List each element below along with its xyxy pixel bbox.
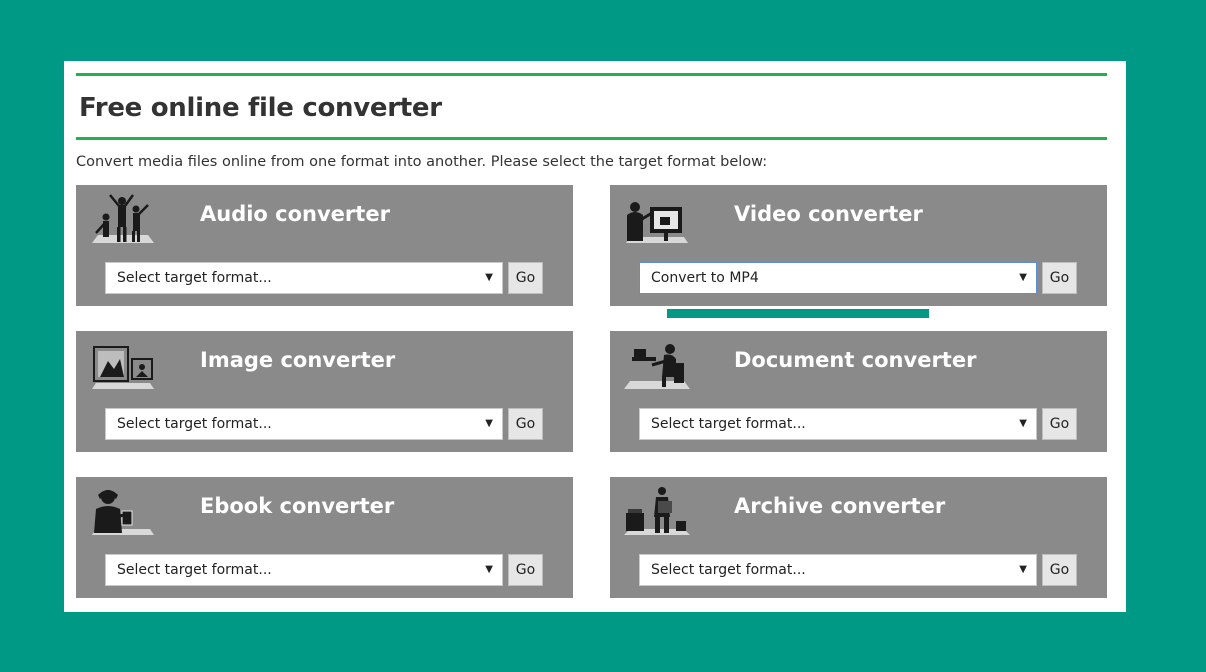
audio-go-button[interactable]: Go: [508, 262, 543, 294]
image-format-select[interactable]: Select target format... ▼: [105, 408, 503, 440]
title-section: Free online file converter: [76, 73, 1107, 140]
archive-converter-card: Archive converter Select target format..…: [610, 477, 1107, 598]
archive-go-button[interactable]: Go: [1042, 554, 1077, 586]
highlight-bar: [667, 309, 929, 318]
ebook-converter-title: Ebook converter: [200, 494, 395, 518]
video-converter-title: Video converter: [734, 202, 923, 226]
archive-format-select[interactable]: Select target format... ▼: [639, 554, 1037, 586]
reader-icon: [92, 490, 154, 535]
chevron-down-icon: ▼: [1019, 564, 1027, 575]
video-converter-card: Video converter Convert to MP4 ▼ Go: [610, 185, 1107, 306]
document-converter-card: Document converter Select target format.…: [610, 331, 1107, 452]
image-format-select-value: Select target format...: [117, 416, 272, 432]
archive-format-select-value: Select target format...: [651, 562, 806, 578]
audio-format-select-value: Select target format...: [117, 270, 272, 286]
document-format-select-value: Select target format...: [651, 416, 806, 432]
highlight-bar-fill: [667, 309, 929, 318]
video-format-select[interactable]: Convert to MP4 ▼: [639, 262, 1037, 294]
ebook-go-button[interactable]: Go: [508, 554, 543, 586]
image-converter-card: Image converter Select target format... …: [76, 331, 573, 452]
video-screen-icon: [626, 202, 688, 243]
audio-format-select[interactable]: Select target format... ▼: [105, 262, 503, 294]
chevron-down-icon: ▼: [485, 564, 493, 575]
document-converter-title: Document converter: [734, 348, 977, 372]
photo-frame-icon: [92, 346, 154, 389]
desk-worker-icon: [624, 344, 690, 389]
chevron-down-icon: ▼: [1019, 272, 1027, 283]
document-format-select[interactable]: Select target format... ▼: [639, 408, 1037, 440]
ebook-format-select-value: Select target format...: [117, 562, 272, 578]
converter-panel: Free online file converter Convert media…: [64, 61, 1126, 612]
chevron-down-icon: ▼: [485, 272, 493, 283]
document-go-button[interactable]: Go: [1042, 408, 1077, 440]
ebook-converter-card: Ebook converter Select target format... …: [76, 477, 573, 598]
image-converter-title: Image converter: [200, 348, 396, 372]
archive-boxes-icon: [624, 487, 690, 535]
archive-converter-title: Archive converter: [734, 494, 946, 518]
audio-converter-title: Audio converter: [200, 202, 390, 226]
dancers-icon: [92, 194, 154, 243]
ebook-format-select[interactable]: Select target format... ▼: [105, 554, 503, 586]
image-go-button[interactable]: Go: [508, 408, 543, 440]
page-title: Free online file converter: [79, 93, 442, 123]
video-go-button[interactable]: Go: [1042, 262, 1077, 294]
page-subtitle: Convert media files online from one form…: [76, 154, 768, 170]
chevron-down-icon: ▼: [1019, 418, 1027, 429]
video-format-select-value: Convert to MP4: [651, 270, 759, 286]
audio-converter-card: Audio converter Select target format... …: [76, 185, 573, 306]
chevron-down-icon: ▼: [485, 418, 493, 429]
